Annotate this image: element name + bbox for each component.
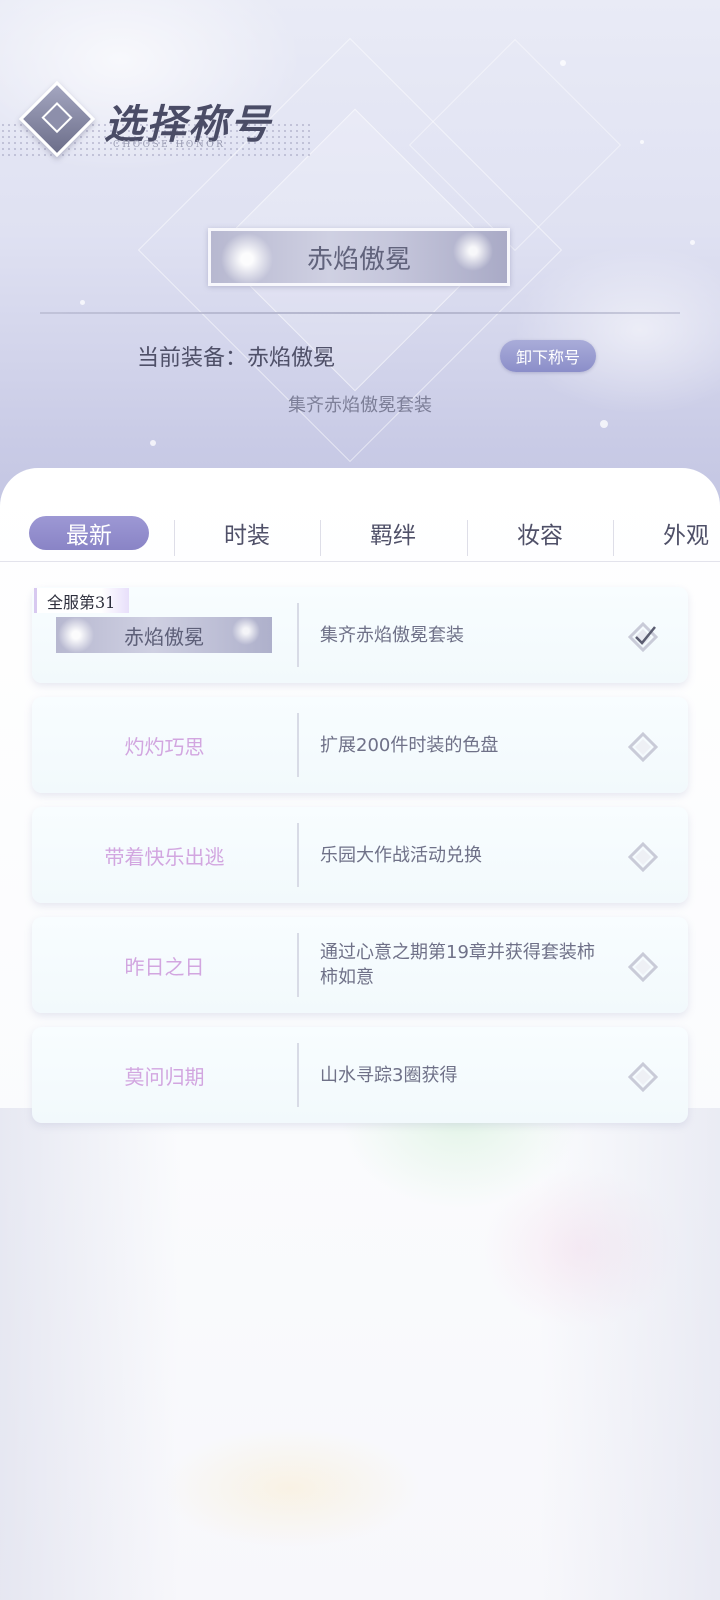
honor-description: 山水寻踪3圈获得 xyxy=(320,1064,458,1086)
honor-name: 莫问归期 xyxy=(124,1064,205,1089)
diamond-outline-icon[interactable] xyxy=(628,1062,658,1092)
tab-fashion[interactable]: 时装 xyxy=(187,516,307,550)
honor-row[interactable]: 赤焰傲冕 全服第31 集齐赤焰傲冕套装 xyxy=(32,587,688,683)
honor-name: 带着快乐出逃 xyxy=(104,844,225,869)
honor-row[interactable]: 灼灼巧思 扩展200件时装的色盘 xyxy=(32,697,688,793)
tab-latest[interactable]: 最新 xyxy=(29,516,149,550)
current-honor-plate-text: 赤焰傲冕 xyxy=(306,244,411,275)
honor-row[interactable]: 昨日之日 通过心意之期第19章并获得套装柿柿如意 xyxy=(32,917,688,1013)
tab-makeup[interactable]: 妆容 xyxy=(480,516,600,550)
tab-separator xyxy=(613,520,614,556)
tab-separator xyxy=(174,520,175,556)
honor-name: 灼灼巧思 xyxy=(124,734,205,759)
sparkle xyxy=(640,140,644,144)
sparkle xyxy=(150,440,156,446)
tab-appearance[interactable]: 外观 xyxy=(626,516,720,550)
sparkle xyxy=(80,300,85,305)
page-subtitle: CHOOSE HONOR xyxy=(113,140,226,150)
row-divider xyxy=(297,1043,299,1107)
sparkle xyxy=(560,60,566,66)
sparkle xyxy=(690,240,695,245)
honor-description: 乐园大作战活动兑换 xyxy=(320,844,482,866)
row-divider xyxy=(297,933,299,997)
honor-description: 集齐赤焰傲冕套装 xyxy=(320,624,464,646)
honor-plate: 赤焰傲冕 xyxy=(56,617,272,653)
honor-description: 扩展200件时装的色盘 xyxy=(320,734,499,756)
sparkle xyxy=(600,420,608,428)
current-equip-label: 当前装备：赤焰傲冕 xyxy=(137,346,336,371)
check-diamond-icon[interactable] xyxy=(628,622,658,652)
divider xyxy=(40,312,680,314)
honor-name: 昨日之日 xyxy=(124,954,205,979)
honor-row[interactable]: 带着快乐出逃 乐园大作战活动兑换 xyxy=(32,807,688,903)
rank-badge: 全服第31 xyxy=(34,588,130,613)
unequip-honor-button[interactable]: 卸下称号 xyxy=(500,340,596,372)
row-divider xyxy=(297,713,299,777)
current-honor-description: 集齐赤焰傲冕套装 xyxy=(288,395,432,416)
current-honor-plate: 赤焰傲冕 xyxy=(208,228,510,286)
diamond-outline-icon[interactable] xyxy=(628,952,658,982)
tab-bond[interactable]: 羁绊 xyxy=(333,516,453,550)
honor-description: 通过心意之期第19章并获得套装柿柿如意 xyxy=(320,942,595,988)
diamond-outline-icon[interactable] xyxy=(628,732,658,762)
row-divider xyxy=(297,603,299,667)
honor-name: 赤焰傲冕 xyxy=(124,624,204,649)
diamond-outline-icon[interactable] xyxy=(628,842,658,872)
tab-separator xyxy=(467,520,468,556)
category-tabs: 最新 时装 羁绊 妆容 外观 xyxy=(0,504,720,562)
honor-row[interactable]: 莫问归期 山水寻踪3圈获得 xyxy=(32,1027,688,1123)
row-divider xyxy=(297,823,299,887)
tab-separator xyxy=(320,520,321,556)
decor-shade xyxy=(0,1108,720,1600)
